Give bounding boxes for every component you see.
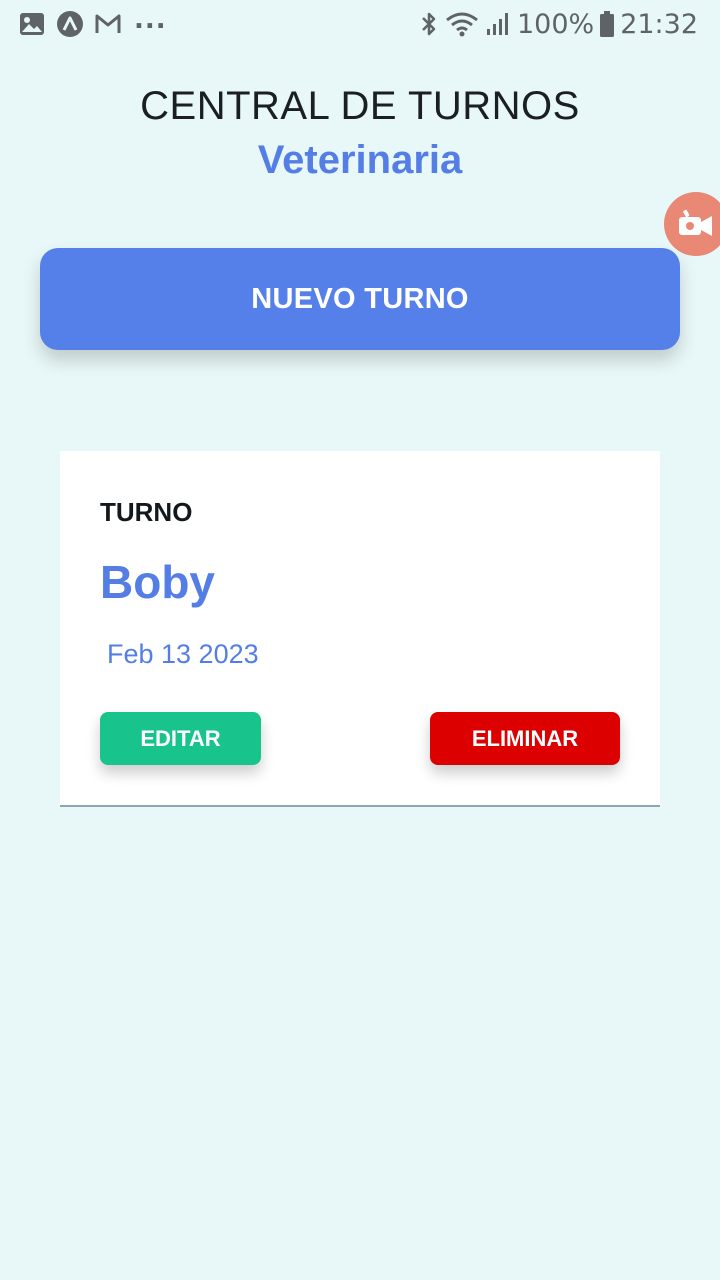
page-title: CENTRAL DE TURNOS (140, 84, 580, 128)
battery-icon (600, 11, 615, 37)
more-notifications-indicator: ... (134, 5, 167, 35)
page-subtitle: Veterinaria (257, 138, 463, 182)
clock: 21:32 (620, 8, 698, 40)
appointment-date: Feb 13 2023 (107, 639, 259, 669)
status-bar-notifications: ... (0, 5, 167, 38)
bluetooth-icon (419, 10, 439, 38)
pet-name: Boby (100, 556, 215, 608)
camera-record-icon (676, 207, 716, 241)
screen-record-bubble[interactable] (664, 192, 720, 256)
delete-button[interactable]: ELIMINAR (430, 712, 620, 765)
gmail-icon (94, 13, 122, 35)
battery-percent: 100% (516, 8, 595, 40)
wifi-icon (445, 11, 479, 37)
image-icon (18, 11, 46, 37)
app-a-icon (56, 10, 84, 38)
status-bar: ... 100% 21:32 (0, 0, 720, 48)
signal-icon (485, 11, 511, 37)
new-appointment-button[interactable]: NUEVO TURNO (40, 248, 680, 350)
edit-button[interactable]: EDITAR (100, 712, 261, 765)
appointment-label: TURNO (100, 497, 193, 527)
status-bar-system: 100% 21:32 (419, 9, 720, 40)
appointment-card: TURNO Boby Feb 13 2023 EDITAR ELIMINAR (60, 451, 660, 807)
